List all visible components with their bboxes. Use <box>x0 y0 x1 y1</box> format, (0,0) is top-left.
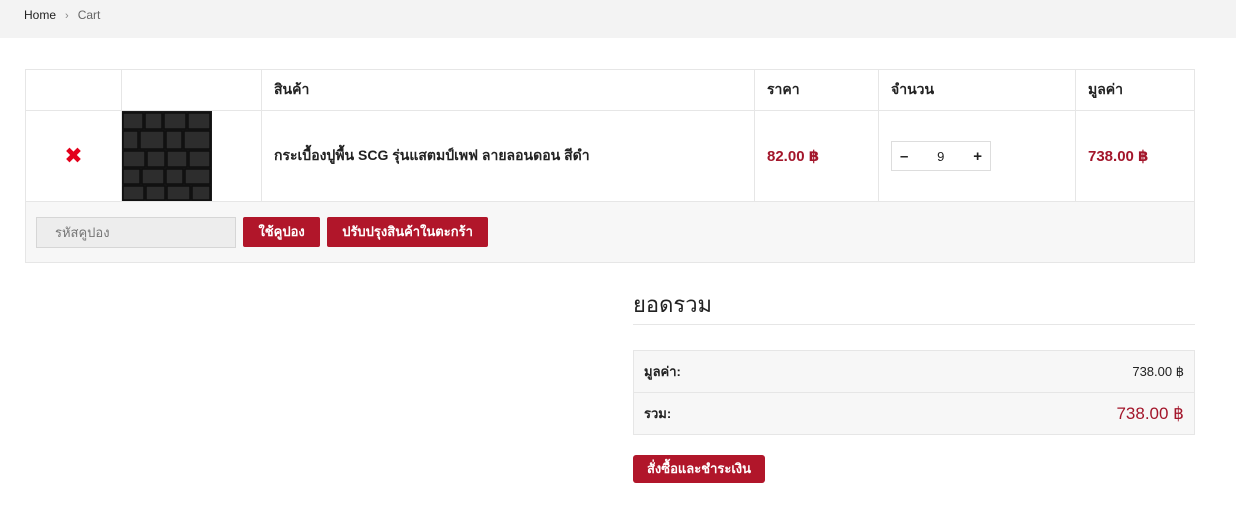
decrease-quantity-button[interactable]: – <box>900 148 908 165</box>
product-price: 82.00 ฿ <box>754 110 879 202</box>
cart-totals-title: ยอดรวม <box>633 292 713 317</box>
breadcrumb-bar: Home › Cart <box>0 0 1236 38</box>
checkout-button[interactable]: สั่งซื้อและชำระเงิน <box>633 455 766 483</box>
remove-item-icon[interactable]: ✖ <box>64 143 82 168</box>
remove-cell: ✖ <box>25 110 122 202</box>
thumbnail-cell <box>121 110 262 202</box>
header-quantity: จำนวน <box>878 69 1076 111</box>
total-value: 738.00 ฿ <box>854 392 1195 435</box>
cart-item-row: ✖ กระเบื้องปูพื้น SCG รุ่นแสตมป์เพฟ ลายล… <box>25 110 1195 202</box>
coupon-code-input[interactable] <box>36 216 236 248</box>
product-thumbnail[interactable] <box>122 111 212 201</box>
breadcrumb: Home › Cart <box>24 8 100 22</box>
totals-subtotal-row: มูลค่า: 738.00 ฿ <box>632 350 1195 393</box>
subtotal-value: 738.00 ฿ <box>854 350 1195 393</box>
header-subtotal: มูลค่า <box>1075 69 1195 111</box>
cart-actions: ใช้คูปอง ปรับปรุงสินค้าในตะกร้า <box>25 201 1195 263</box>
breadcrumb-home-link[interactable]: Home <box>24 8 56 22</box>
totals-total-row: รวม: 738.00 ฿ <box>632 392 1195 435</box>
cart-table-header: สินค้า ราคา จำนวน มูลค่า <box>25 69 1195 111</box>
header-thumbnail <box>121 69 262 111</box>
cart-totals-table: มูลค่า: 738.00 ฿ รวม: 738.00 ฿ <box>632 350 1195 435</box>
product-name[interactable]: กระเบื้องปูพื้น SCG รุ่นแสตมป์เพฟ ลายลอน… <box>261 110 755 202</box>
product-subtotal: 738.00 ฿ <box>1075 110 1195 202</box>
header-remove <box>25 69 122 111</box>
breadcrumb-current: Cart <box>77 8 101 22</box>
header-price: ราคา <box>754 69 879 111</box>
apply-coupon-button[interactable]: ใช้คูปอง <box>243 217 320 247</box>
breadcrumb-separator: › <box>65 10 69 22</box>
quantity-cell: – 9 + <box>878 110 1076 202</box>
quantity-value[interactable]: 9 <box>937 149 944 164</box>
increase-quantity-button[interactable]: + <box>973 148 982 165</box>
total-label: รวม: <box>632 392 855 435</box>
cart-actions-row: ใช้คูปอง ปรับปรุงสินค้าในตะกร้า <box>25 201 1195 263</box>
cart-totals-divider <box>633 324 1195 325</box>
update-cart-button[interactable]: ปรับปรุงสินค้าในตะกร้า <box>327 217 488 247</box>
header-product: สินค้า <box>261 69 755 111</box>
cart-table: สินค้า ราคา จำนวน มูลค่า ✖ กระเบื้องปูพื… <box>25 69 1195 263</box>
subtotal-label: มูลค่า: <box>632 350 855 393</box>
quantity-stepper: – 9 + <box>891 141 991 171</box>
